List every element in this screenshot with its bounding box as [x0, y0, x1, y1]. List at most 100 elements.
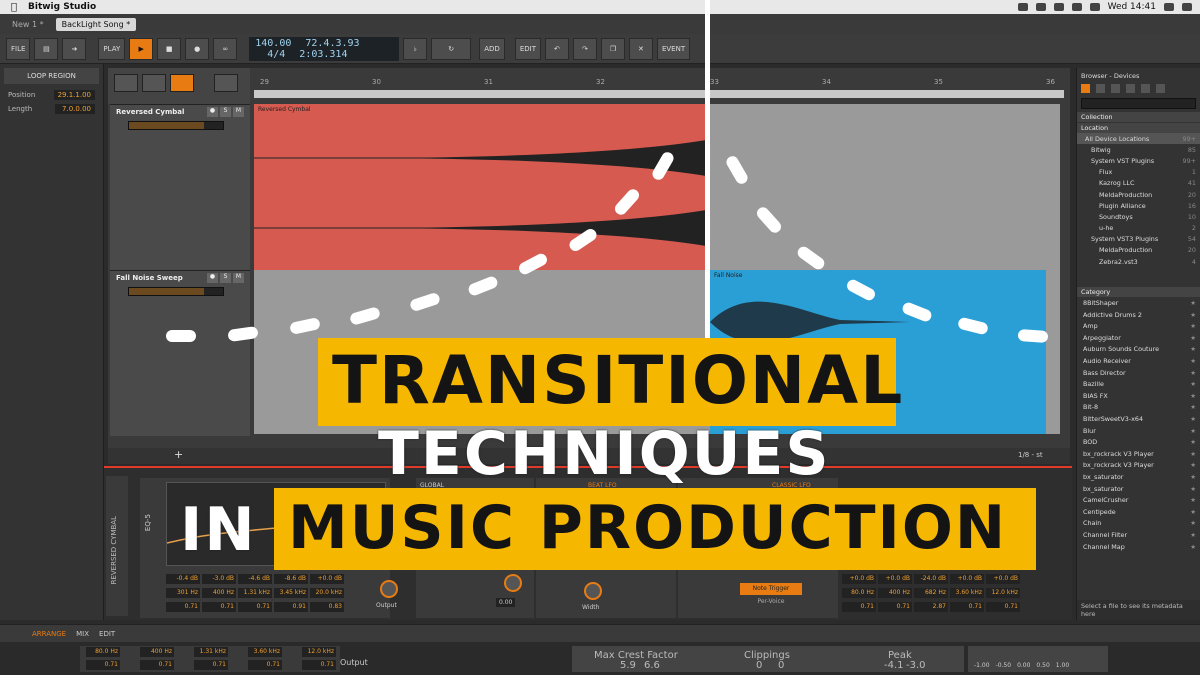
play-button[interactable]: ▶	[129, 37, 154, 60]
strip-freq[interactable]: 3.60 kHz	[248, 647, 282, 657]
category-item[interactable]: CamelCrusher ★	[1077, 494, 1200, 506]
mute-button[interactable]: M	[233, 107, 244, 117]
strip-freq[interactable]: 1.31 kHz	[194, 647, 228, 657]
favorite-star-icon[interactable]: ★	[1190, 543, 1196, 551]
favorite-star-icon[interactable]: ★	[1190, 438, 1196, 446]
presets-tab-icon[interactable]	[1096, 84, 1105, 93]
solo-button[interactable]: S	[220, 273, 231, 283]
beat-lfo-device[interactable]: BEAT LFO Width	[536, 478, 676, 618]
position-time[interactable]: 2:03.314	[299, 49, 347, 60]
record-arm-button[interactable]: ●	[207, 273, 218, 283]
add-button[interactable]: ADD	[479, 37, 505, 60]
category-item[interactable]: BitterSweetV3-x64 ★	[1077, 413, 1200, 425]
favorite-star-icon[interactable]: ★	[1190, 369, 1196, 377]
eq-q[interactable]: 0.71	[202, 602, 236, 612]
location-item[interactable]: Zebra2.vst3 4	[1077, 256, 1200, 267]
location-item[interactable]: System VST Plugins 99+	[1077, 155, 1200, 166]
width-knob[interactable]	[584, 582, 602, 600]
eq2-freq[interactable]: 80.0 Hz	[842, 588, 876, 598]
category-item[interactable]: Blur ★	[1077, 425, 1200, 437]
strip-freq[interactable]: 80.0 Hz	[86, 647, 120, 657]
record-arm-button[interactable]: ●	[207, 107, 218, 117]
category-item[interactable]: Channel Filter ★	[1077, 529, 1200, 541]
category-item[interactable]: bx_saturator ★	[1077, 471, 1200, 483]
eq-curve[interactable]	[166, 482, 388, 566]
location-item[interactable]: MeldaProduction 20	[1077, 245, 1200, 256]
pointer-tool-icon[interactable]	[214, 74, 238, 92]
loop-position-field[interactable]: 29.1.1.00	[53, 90, 95, 100]
strip-q[interactable]: 0.71	[86, 660, 120, 670]
eq-gain[interactable]: -0.4 dB	[166, 574, 200, 584]
tracks-button[interactable]	[170, 74, 194, 92]
samples-tab-icon[interactable]	[1126, 84, 1135, 93]
eq2-q[interactable]: 2.87	[914, 602, 948, 612]
favorite-star-icon[interactable]: ★	[1190, 311, 1196, 319]
eq2-q[interactable]: 0.71	[878, 602, 912, 612]
eq2-gain[interactable]: +0.0 dB	[986, 574, 1020, 584]
category-item[interactable]: Bass Director ★	[1077, 367, 1200, 379]
transport-display[interactable]: 140.00 72.4.3.93 4/4 2:03.314	[249, 36, 400, 61]
favorite-star-icon[interactable]: ★	[1190, 508, 1196, 516]
favorite-star-icon[interactable]: ★	[1190, 519, 1196, 527]
solo-button[interactable]: S	[220, 107, 231, 117]
location-item[interactable]: MeldaProduction 20	[1077, 189, 1200, 200]
eq-q[interactable]: 0.71	[238, 602, 272, 612]
event-button[interactable]: EVENT	[656, 37, 691, 60]
clip-fall-noise[interactable]: Fall Noise	[710, 270, 1046, 434]
volume-icon[interactable]	[1089, 3, 1100, 11]
eq2-freq[interactable]: 682 Hz	[914, 588, 948, 598]
eq2-gain[interactable]: -24.0 dB	[914, 574, 948, 584]
devices-tab-icon[interactable]	[1081, 84, 1090, 93]
grid-setting[interactable]: 1/8 - st	[1018, 451, 1043, 459]
favorite-star-icon[interactable]: ★	[1190, 496, 1196, 504]
eq2-gain[interactable]: +0.0 dB	[878, 574, 912, 584]
favorite-star-icon[interactable]: ★	[1190, 461, 1196, 469]
category-item[interactable]: bx_saturator ★	[1077, 483, 1200, 495]
eq-freq[interactable]: 1.31 kHz	[238, 588, 272, 598]
tempo[interactable]: 140.00	[255, 38, 291, 49]
eq-freq[interactable]: 301 Hz	[166, 588, 200, 598]
time-signature[interactable]: 4/4	[267, 49, 285, 60]
metronome-icon[interactable]: ♭	[403, 37, 428, 60]
favorite-star-icon[interactable]: ★	[1190, 427, 1196, 435]
category-item[interactable]: bx_rockrack V3 Player ★	[1077, 448, 1200, 460]
multisample-tab-icon[interactable]	[1111, 84, 1120, 93]
location-item[interactable]: Kazrog LLC 41	[1077, 178, 1200, 189]
file-button[interactable]: FILE	[6, 37, 31, 60]
location-item[interactable]: u-he 2	[1077, 223, 1200, 234]
track-header-fall-noise-sweep[interactable]: Fall Noise Sweep ● S M	[110, 270, 250, 436]
loop-bar[interactable]	[254, 90, 1064, 98]
output-knob[interactable]	[380, 580, 398, 598]
eq2-q[interactable]: 0.71	[986, 602, 1020, 612]
eq2-gain[interactable]: +0.0 dB	[842, 574, 876, 584]
category-item[interactable]: 8BitShaper ★	[1077, 297, 1200, 309]
location-item[interactable]: Bitwig 85	[1077, 144, 1200, 155]
folder-icon[interactable]: ▤	[34, 37, 59, 60]
track-header-reversed-cymbal[interactable]: Reversed Cymbal ● S M	[110, 104, 250, 270]
record-button[interactable]: ●	[185, 37, 210, 60]
favorite-star-icon[interactable]: ★	[1190, 415, 1196, 423]
battery-icon[interactable]	[1071, 3, 1082, 11]
copy-icon[interactable]: ❐	[600, 37, 625, 60]
stop-button[interactable]: ■	[157, 37, 182, 60]
track-lane-fall-noise[interactable]: Fall Noise	[254, 270, 1060, 434]
dropbox-icon[interactable]	[1017, 3, 1028, 11]
strip-q[interactable]: 0.71	[140, 660, 174, 670]
eq2-gain[interactable]: +0.0 dB	[950, 574, 984, 584]
category-item[interactable]: BOD ★	[1077, 436, 1200, 448]
eq2-q[interactable]: 0.71	[842, 602, 876, 612]
loop-length-field[interactable]: 7.0.0.00	[55, 104, 95, 114]
redo-icon[interactable]: ↷	[572, 37, 597, 60]
category-item[interactable]: Bazille ★	[1077, 378, 1200, 390]
category-header[interactable]: Category	[1077, 287, 1200, 298]
track-menu-button[interactable]	[114, 74, 138, 92]
menu-icon[interactable]	[1182, 3, 1192, 11]
location-header[interactable]: Location	[1077, 123, 1200, 133]
location-item[interactable]: Flux 1	[1077, 167, 1200, 178]
eq-gain[interactable]: -8.6 dB	[274, 574, 308, 584]
category-item[interactable]: BIAS FX ★	[1077, 390, 1200, 402]
category-item[interactable]: Arpeggiator ★	[1077, 332, 1200, 344]
view-toggle-button[interactable]	[142, 74, 166, 92]
favorite-star-icon[interactable]: ★	[1190, 485, 1196, 493]
category-item[interactable]: Chain ★	[1077, 518, 1200, 530]
